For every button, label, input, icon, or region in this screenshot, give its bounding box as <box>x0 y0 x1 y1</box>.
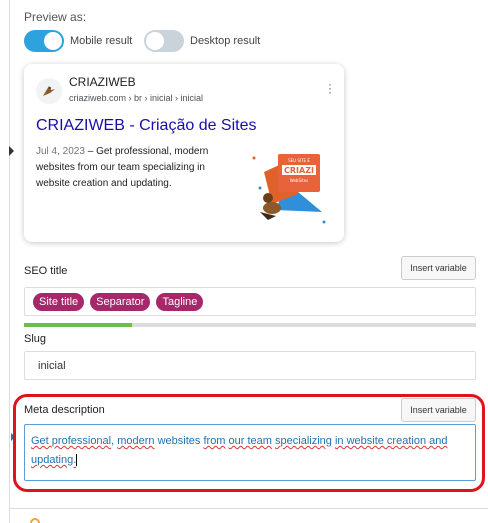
site-name: CRIAZIWEB <box>69 75 136 89</box>
preview-as-label: Preview as: <box>24 10 87 24</box>
thumb-text-bottom: WebSites <box>290 178 308 183</box>
meta-description-label: Meta description <box>24 404 105 416</box>
text-caret <box>76 454 78 467</box>
meta-text-segment: modern <box>117 435 155 447</box>
meta-text-segment: specializing <box>275 435 332 447</box>
desktop-result-label: Desktop result <box>190 35 261 47</box>
desktop-result-toggle-row[interactable]: Desktop result <box>144 30 260 52</box>
mobile-result-label: Mobile result <box>70 35 133 47</box>
thumb-text-top: SEU SITE É <box>288 158 310 163</box>
google-preview-card: CRIAZIWEB criaziweb.com › br › inicial ›… <box>24 64 344 242</box>
bird-icon <box>36 78 62 104</box>
panel-left-border <box>9 0 10 523</box>
meta-text-segment: Get <box>31 435 52 447</box>
site-url: criaziweb.com › br › inicial › inicial <box>69 93 204 103</box>
serp-title[interactable]: CRIAZIWEB - Criação de Sites <box>36 117 257 135</box>
mobile-result-toggle[interactable] <box>24 30 64 52</box>
slug-label: Slug <box>24 333 47 345</box>
more-vertical-icon[interactable]: · · · <box>328 78 332 98</box>
pill-separator[interactable]: Separator <box>90 292 151 311</box>
meta-text-segment: in website creation and <box>334 435 448 447</box>
thumb-text-logo: CRIAZI <box>284 166 314 175</box>
serp-separator: – <box>84 146 97 157</box>
meta-text-segment: from <box>203 435 226 447</box>
pill-tagline[interactable]: Tagline <box>156 292 204 311</box>
meta-description-input[interactable]: Get professional, modern websites from o… <box>24 424 476 481</box>
slug-input[interactable]: inicial <box>24 351 476 380</box>
serp-description: Jul 4, 2023 – Get professional, modern w… <box>36 144 236 192</box>
seo-title-progress-fill <box>24 323 132 327</box>
serp-thumbnail: SEU SITE É CRIAZI WebSites <box>252 154 326 224</box>
seo-title-insert-variable-button[interactable]: Insert variable <box>401 256 476 280</box>
section-divider <box>10 508 488 509</box>
status-dot-icon <box>30 518 40 523</box>
meta-text-segment: updating. <box>31 454 77 466</box>
meta-text-segment: our team <box>228 435 272 447</box>
desktop-result-toggle[interactable] <box>144 30 184 52</box>
seo-title-label: SEO title <box>24 265 68 277</box>
serp-date: Jul 4, 2023 <box>36 146 85 157</box>
pill-site-title[interactable]: Site title <box>33 292 85 311</box>
meta-text-segment: professional <box>51 435 112 447</box>
mobile-result-toggle-row[interactable]: Mobile result <box>24 30 132 52</box>
meta-description-insert-variable-button[interactable]: Insert variable <box>401 398 476 422</box>
meta-text-segment: websites <box>154 435 204 447</box>
expand-arrow-icon[interactable] <box>9 146 14 156</box>
seo-title-input[interactable]: Site title Separator Tagline <box>24 287 476 316</box>
